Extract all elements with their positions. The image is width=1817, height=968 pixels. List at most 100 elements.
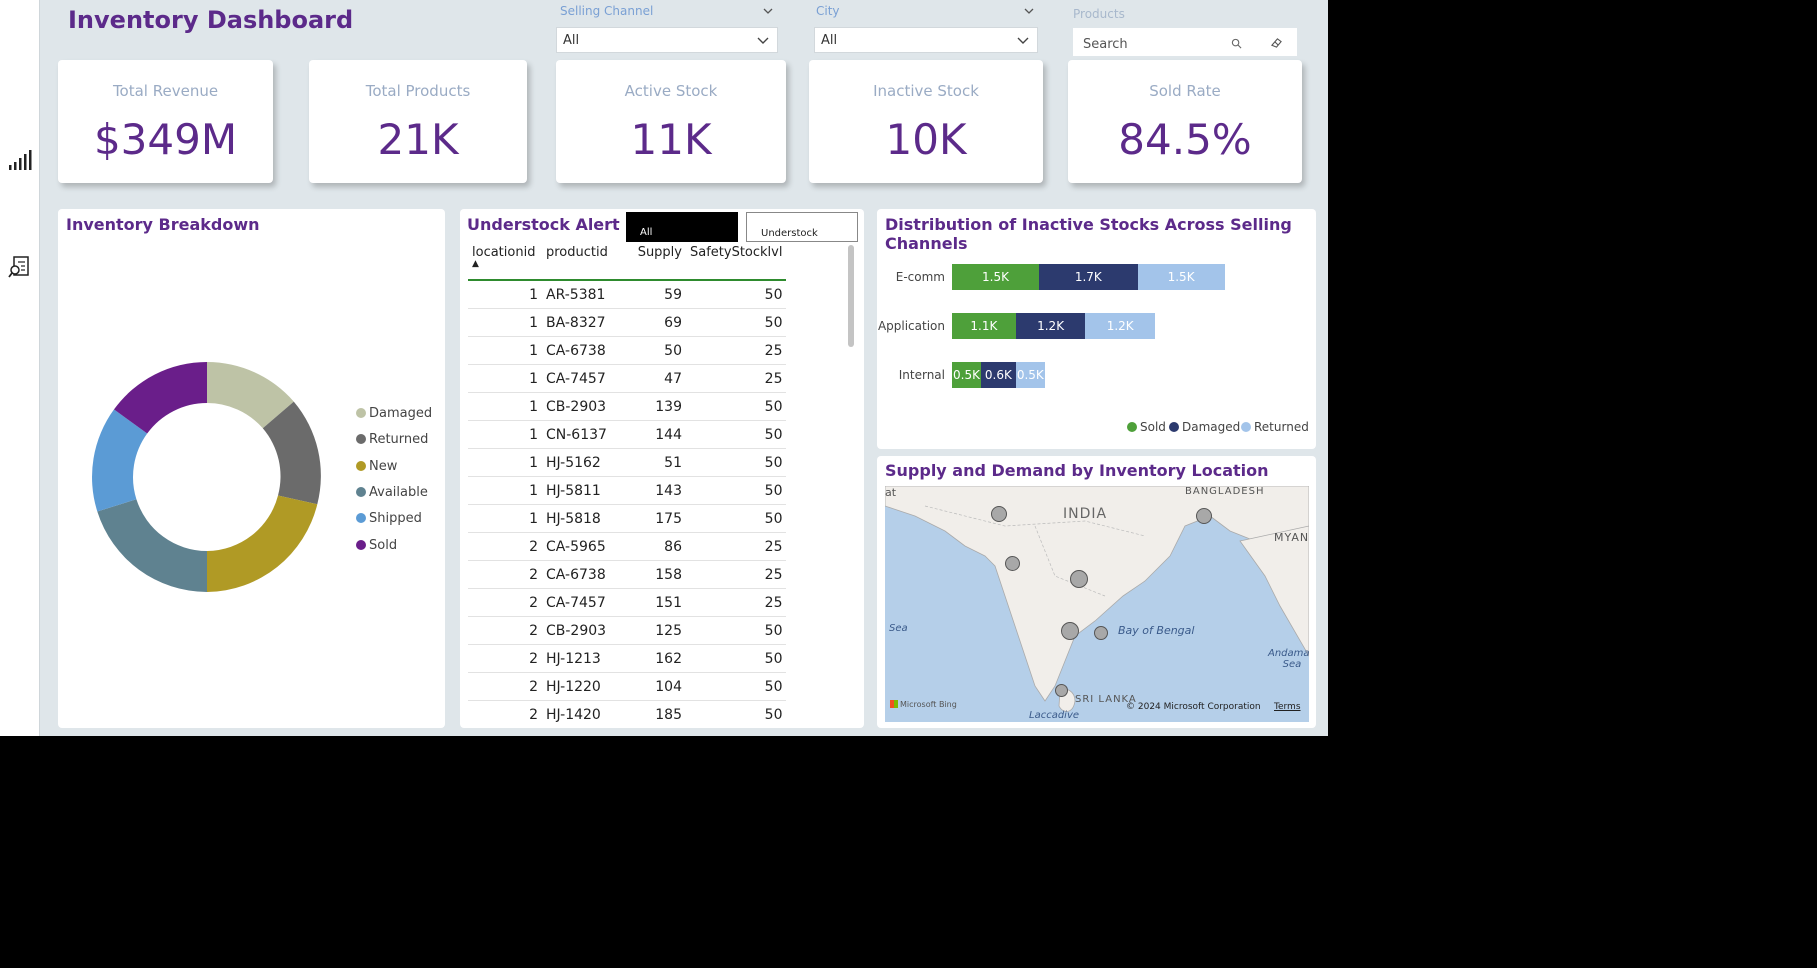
table-scrollbar[interactable] — [848, 245, 854, 347]
map-bubble[interactable] — [1005, 556, 1020, 571]
city-dropdown[interactable]: All — [814, 27, 1038, 53]
donut-segment-available[interactable] — [97, 499, 207, 592]
table-row[interactable]: 1 HJ-5811 143 50 — [468, 476, 787, 505]
category-label: E-comm — [895, 270, 945, 284]
cell-safetystocklvl: 50 — [686, 700, 787, 728]
cell-safetystocklvl: 50 — [686, 308, 787, 337]
map-bubble[interactable] — [1061, 622, 1079, 640]
bar-segment-damaged[interactable]: 0.6K — [981, 362, 1016, 388]
column-header-productid[interactable]: productid — [542, 245, 626, 281]
column-header-locationid[interactable]: locationid ▲ — [468, 245, 542, 281]
cell-productid: CA-7457 — [542, 364, 626, 393]
table-row[interactable]: 2 HJ-1220 104 50 — [468, 672, 787, 701]
legend-item-returned[interactable]: Returned — [1241, 420, 1309, 434]
filter-understock-button[interactable]: Understock — [746, 212, 858, 242]
search-icon[interactable] — [1231, 38, 1242, 49]
table-row[interactable]: 1 CN-6137 144 50 — [468, 420, 787, 449]
kpi-label: Sold Rate — [1149, 82, 1221, 100]
legend-item-sold[interactable]: Sold — [356, 538, 397, 553]
table-row[interactable]: 2 HJ-1420 185 50 — [468, 700, 787, 728]
legend-dot — [356, 487, 366, 497]
legend-dot — [356, 513, 366, 523]
table-row[interactable]: 1 CB-2903 139 50 — [468, 392, 787, 421]
bar-segment-returned[interactable]: 1.5K — [1137, 264, 1225, 290]
cell-safetystocklvl: 50 — [686, 420, 787, 449]
map-bubble[interactable] — [1055, 684, 1068, 697]
bar-segment-sold[interactable]: 0.5K — [952, 362, 981, 388]
legend-item-shipped[interactable]: Shipped — [356, 511, 422, 526]
chevron-down-icon[interactable] — [1024, 6, 1034, 16]
cell-productid: HJ-5818 — [542, 504, 626, 533]
table-row[interactable]: 2 CA-5965 86 25 — [468, 532, 787, 561]
legend-item-damaged[interactable]: Damaged — [1169, 420, 1240, 434]
column-header-safetystocklvl[interactable]: SafetyStocklvl — [686, 245, 787, 281]
map-label-india: INDIA — [1063, 506, 1108, 522]
cell-supply: 69 — [626, 308, 686, 337]
products-search-input[interactable]: Search — [1073, 28, 1297, 56]
map-bubble[interactable] — [1196, 508, 1212, 524]
location-map[interactable]: at INDIA BANGLADESH MYANMA Bay of Bengal… — [885, 486, 1309, 722]
bar-segment-returned[interactable]: 0.5K — [1015, 362, 1045, 388]
legend-label: Returned — [1254, 420, 1309, 434]
map-label-edge: at — [885, 486, 897, 499]
cell-supply: 175 — [626, 504, 686, 533]
map-bubble[interactable] — [991, 506, 1007, 522]
cell-supply: 162 — [626, 644, 686, 673]
cell-locationid: 1 — [468, 448, 542, 477]
report-search-icon[interactable] — [8, 255, 32, 279]
kpi-sold-rate: Sold Rate 84.5% — [1068, 60, 1302, 183]
donut-segment-new[interactable] — [207, 495, 318, 593]
column-header-supply[interactable]: Supply — [626, 245, 686, 281]
legend-item-damaged[interactable]: Damaged — [356, 406, 432, 421]
table-row[interactable]: 1 HJ-5162 51 50 — [468, 448, 787, 477]
stacked-bar-chart: E-comm 1.5K 1.7K 1.5K Application 1.1K 1.2K 1.2… — [877, 209, 1316, 449]
selling-channel-dropdown[interactable]: All — [556, 27, 778, 53]
kpi-value: 11K — [630, 115, 712, 164]
legend-item-new[interactable]: New — [356, 459, 397, 474]
table-row[interactable]: 1 BA-8327 69 50 — [468, 308, 787, 337]
bar-segment-returned[interactable]: 1.2K — [1085, 313, 1155, 339]
bar-segment-damaged[interactable]: 1.2K — [1015, 313, 1086, 339]
cell-supply: 59 — [626, 280, 686, 309]
legend-label: Sold — [369, 538, 398, 553]
table-row[interactable]: 2 CB-2903 125 50 — [468, 616, 787, 645]
map-label-bay-of-bengal: Bay of Bengal — [1118, 624, 1195, 637]
map-label-bangladesh: BANGLADESH — [1185, 486, 1265, 497]
chevron-down-icon[interactable] — [763, 6, 773, 16]
cell-supply: 185 — [626, 700, 686, 728]
cell-productid: CA-5965 — [542, 532, 626, 561]
cell-productid: HJ-5162 — [542, 448, 626, 477]
legend-label: Returned — [369, 432, 429, 447]
kpi-label: Active Stock — [624, 82, 718, 100]
legend-item-returned[interactable]: Returned — [356, 432, 428, 447]
kpi-value: 21K — [377, 115, 459, 164]
kpi-value: 84.5% — [1118, 115, 1252, 164]
table-row[interactable]: 2 HJ-1213 162 50 — [468, 644, 787, 673]
table-row[interactable]: 2 CA-6738 158 25 — [468, 560, 787, 589]
bar-segment-sold[interactable]: 1.1K — [952, 313, 1016, 339]
table-row[interactable]: 2 CA-7457 151 25 — [468, 588, 787, 617]
legend-item-sold[interactable]: Sold — [1127, 420, 1166, 434]
map-bubble[interactable] — [1070, 570, 1088, 588]
bar-segment-damaged[interactable]: 1.7K — [1039, 264, 1138, 290]
cell-locationid: 2 — [468, 672, 542, 701]
page-title: Inventory Dashboard — [68, 6, 354, 34]
legend-item-available[interactable]: Available — [356, 485, 428, 500]
signal-bars-icon[interactable] — [8, 148, 32, 172]
table-row[interactable]: 1 HJ-5818 175 50 — [468, 504, 787, 533]
cell-safetystocklvl: 25 — [686, 588, 787, 617]
panel-title: Inventory Breakdown — [66, 215, 260, 234]
map-bubble[interactable] — [1094, 626, 1108, 640]
eraser-icon[interactable] — [1270, 37, 1283, 48]
table-row[interactable]: 1 AR-5381 59 50 — [468, 280, 787, 309]
cell-productid: HJ-1213 — [542, 644, 626, 673]
table-row[interactable]: 1 CA-6738 50 25 — [468, 336, 787, 365]
kpi-label: Total Revenue — [112, 82, 219, 100]
map-terms-link[interactable]: Terms — [1274, 702, 1301, 712]
cell-supply: 143 — [626, 476, 686, 505]
cell-safetystocklvl: 25 — [686, 532, 787, 561]
sort-ascending-icon: ▲ — [472, 259, 479, 269]
filter-all-button[interactable]: All — [626, 212, 738, 242]
bar-segment-sold[interactable]: 1.5K — [952, 264, 1039, 290]
table-row[interactable]: 1 CA-7457 47 25 — [468, 364, 787, 393]
